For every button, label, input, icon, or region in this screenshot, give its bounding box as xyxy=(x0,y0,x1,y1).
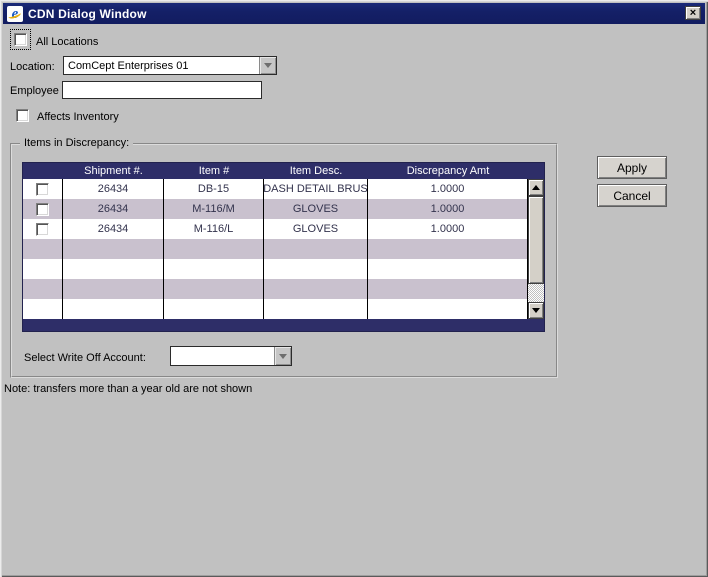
cell-desc: GLOVES xyxy=(264,199,368,219)
grid-header-row: Shipment #. Item # Item Desc. Discrepanc… xyxy=(23,163,544,179)
employee-input[interactable] xyxy=(62,81,262,99)
header-amt: Discrepancy Amt xyxy=(368,163,528,179)
cell-amt: 1.0000 xyxy=(368,179,528,199)
cancel-button[interactable]: Cancel xyxy=(597,184,667,207)
location-combobox[interactable]: ComCept Enterprises 01 xyxy=(63,56,277,75)
close-button[interactable]: × xyxy=(685,6,701,20)
scrollbar-track[interactable] xyxy=(528,284,544,302)
employee-label: Employee xyxy=(10,85,59,97)
cell-item: DB-15 xyxy=(164,179,264,199)
affects-inventory-label: Affects Inventory xyxy=(37,111,119,123)
triangle-down-icon xyxy=(532,308,540,313)
cell-amt: 1.0000 xyxy=(368,219,528,239)
window-title: CDN Dialog Window xyxy=(28,7,147,21)
scrollbar-thumb[interactable] xyxy=(528,196,544,284)
all-locations-checkbox[interactable] xyxy=(14,33,27,46)
titlebar: e CDN Dialog Window × xyxy=(3,3,705,24)
app-ie-icon: e xyxy=(7,6,23,22)
table-row[interactable]: 26434 DB-15 DASH DETAIL BRUS 1.0000 xyxy=(23,179,528,199)
cell-shipment: 26434 xyxy=(63,219,164,239)
header-shipment: Shipment #. xyxy=(63,163,164,179)
location-dropdown-button[interactable] xyxy=(259,57,276,74)
groupbox-label: Items in Discrepancy: xyxy=(20,137,133,149)
cell-shipment: 26434 xyxy=(63,199,164,219)
discrepancy-grid: Shipment #. Item # Item Desc. Discrepanc… xyxy=(22,162,545,332)
row-checkbox[interactable] xyxy=(36,223,49,236)
write-off-account-label: Select Write Off Account: xyxy=(24,352,146,364)
empty-table-row xyxy=(23,259,528,279)
close-icon: × xyxy=(690,8,696,18)
row-checkbox[interactable] xyxy=(36,183,49,196)
all-locations-label: All Locations xyxy=(36,36,98,48)
scroll-down-button[interactable] xyxy=(528,302,544,319)
chevron-down-icon xyxy=(264,63,272,68)
vertical-scrollbar[interactable] xyxy=(528,179,544,319)
write-off-account-combobox[interactable] xyxy=(170,346,292,366)
header-desc: Item Desc. xyxy=(264,163,368,179)
table-row[interactable]: 26434 M-116/M GLOVES 1.0000 xyxy=(23,199,528,219)
location-value: ComCept Enterprises 01 xyxy=(64,60,259,72)
note-text: Note: transfers more than a year old are… xyxy=(4,383,252,395)
table-row[interactable]: 26434 M-116/L GLOVES 1.0000 xyxy=(23,219,528,239)
apply-button[interactable]: Apply xyxy=(597,156,667,179)
cell-desc: DASH DETAIL BRUS xyxy=(264,179,368,199)
chevron-down-icon xyxy=(279,354,287,359)
cell-desc: GLOVES xyxy=(264,219,368,239)
empty-table-row xyxy=(23,279,528,299)
triangle-up-icon xyxy=(532,185,540,190)
cell-item: M-116/L xyxy=(164,219,264,239)
empty-table-row xyxy=(23,239,528,259)
location-label: Location: xyxy=(10,61,55,73)
cell-item: M-116/M xyxy=(164,199,264,219)
header-checkbox-col xyxy=(23,163,63,179)
write-off-dropdown-button[interactable] xyxy=(274,347,291,365)
dialog-window: e CDN Dialog Window × All Locations Loca… xyxy=(0,0,708,577)
header-item: Item # xyxy=(164,163,264,179)
scroll-up-button[interactable] xyxy=(528,179,544,196)
affects-inventory-checkbox[interactable] xyxy=(16,109,29,122)
grid-body: 26434 DB-15 DASH DETAIL BRUS 1.0000 2643… xyxy=(23,179,528,319)
cell-shipment: 26434 xyxy=(63,179,164,199)
empty-table-row xyxy=(23,299,528,319)
cell-amt: 1.0000 xyxy=(368,199,528,219)
row-checkbox[interactable] xyxy=(36,203,49,216)
